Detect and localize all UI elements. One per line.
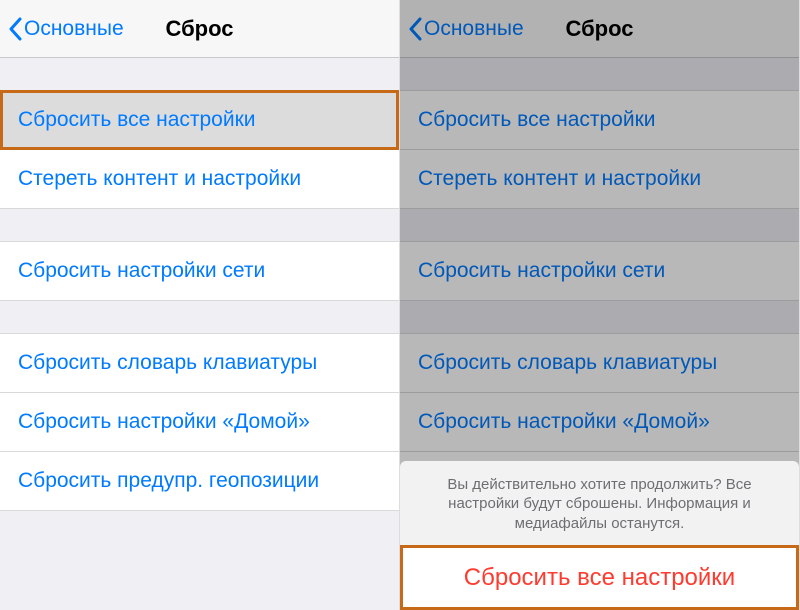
back-label: Основные [24,17,124,41]
reset-home-row[interactable]: Сбросить настройки «Домой» [0,393,399,452]
group-2: Сбросить настройки сети [400,241,799,301]
reset-home-row[interactable]: Сбросить настройки «Домой» [400,393,799,452]
group-1: Сбросить все настройки Стереть контент и… [400,90,799,209]
nav-header: Основные Сброс [0,0,399,58]
reset-all-settings-row[interactable]: Сбросить все настройки [0,90,399,150]
reset-keyboard-dict-row[interactable]: Сбросить словарь клавиатуры [0,333,399,393]
group-3: Сбросить словарь клавиатуры Сбросить нас… [0,333,399,511]
reset-network-row[interactable]: Сбросить настройки сети [400,241,799,301]
back-button[interactable]: Основные [8,17,124,41]
erase-content-row[interactable]: Стереть контент и настройки [400,150,799,209]
group-1: Сбросить все настройки Стереть контент и… [0,90,399,209]
chevron-left-icon [408,17,422,41]
back-label: Основные [424,17,524,41]
reset-all-settings-row[interactable]: Сбросить все настройки [400,90,799,150]
chevron-left-icon [8,17,22,41]
reset-network-row[interactable]: Сбросить настройки сети [0,241,399,301]
screen-right: Основные Сброс Сбросить все настройки Ст… [400,0,800,610]
sheet-message: Вы действительно хотите продолжить? Все … [400,461,799,546]
page-title: Сброс [165,16,233,42]
screen-left: Основные Сброс Сбросить все настройки Ст… [0,0,400,610]
erase-content-row[interactable]: Стереть контент и настройки [0,150,399,209]
sheet-confirm-button[interactable]: Сбросить все настройки [400,545,799,610]
back-button[interactable]: Основные [408,17,524,41]
group-2: Сбросить настройки сети [0,241,399,301]
action-sheet: Вы действительно хотите продолжить? Все … [400,461,799,610]
page-title: Сброс [565,16,633,42]
settings-content: Сбросить все настройки Стереть контент и… [0,58,399,610]
reset-keyboard-dict-row[interactable]: Сбросить словарь клавиатуры [400,333,799,393]
nav-header: Основные Сброс [400,0,799,58]
reset-location-row[interactable]: Сбросить предупр. геопозиции [0,452,399,511]
